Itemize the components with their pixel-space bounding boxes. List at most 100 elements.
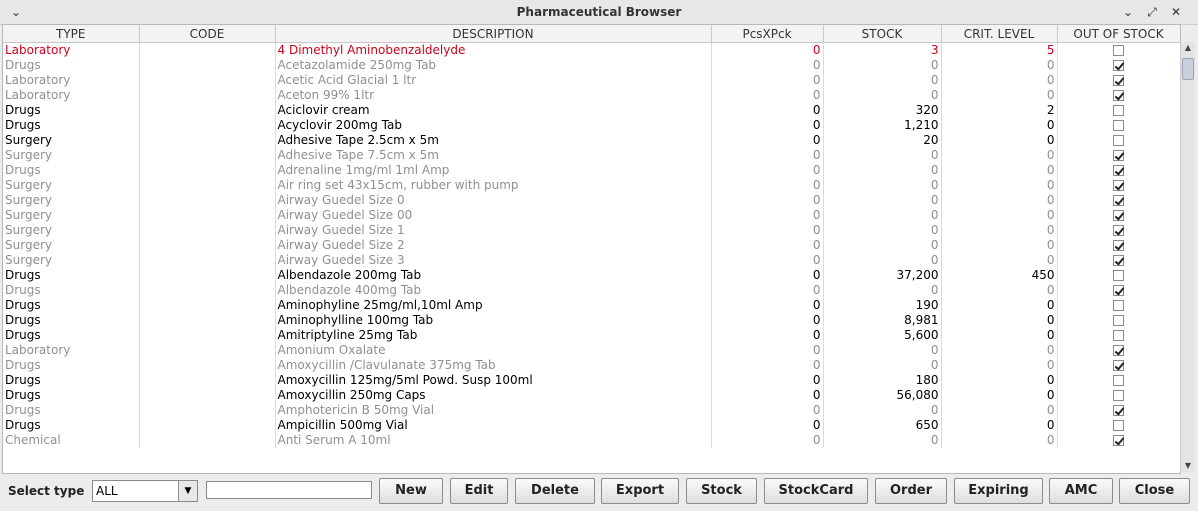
close-icon[interactable]: ✕	[1166, 2, 1186, 22]
out-of-stock-checkbox[interactable]	[1113, 60, 1124, 71]
table-row[interactable]: Laboratory 4 Dimethyl Aminobenzaldelyde 0 3…	[3, 42, 1180, 58]
table-row[interactable]: Drugs Ampicillin 500mg Vial 0 650 0	[3, 418, 1180, 433]
column-header-crit-level[interactable]: CRIT. LEVEL	[941, 25, 1058, 43]
table-row[interactable]: Drugs Aminophylline 100mg Tab 0 8,981 0	[3, 313, 1180, 328]
table-row[interactable]: Surgery Adhesive Tape 7.5cm x 5m 0 0 0	[3, 148, 1180, 163]
out-of-stock-checkbox[interactable]	[1113, 195, 1124, 206]
table-row[interactable]: Drugs Amoxycillin /Clavulanate 375mg Tab 0…	[3, 358, 1180, 373]
maximize-icon[interactable]: ⤢	[1142, 2, 1162, 22]
out-of-stock-checkbox[interactable]	[1113, 330, 1124, 341]
column-header-out-of-stock[interactable]: OUT OF STOCK	[1057, 25, 1180, 43]
cell-description: Anti Serum A 10ml	[275, 433, 712, 448]
stock-button[interactable]: Stock	[686, 478, 757, 504]
export-button[interactable]: Export	[601, 478, 679, 504]
cell-type: Surgery	[3, 238, 140, 253]
column-header-description[interactable]: DESCRIPTION	[275, 25, 712, 43]
cell-code	[139, 253, 276, 268]
stockcard-button[interactable]: StockCard	[764, 478, 868, 504]
out-of-stock-checkbox[interactable]	[1113, 405, 1124, 416]
out-of-stock-checkbox[interactable]	[1113, 90, 1124, 101]
scrollbar-thumb[interactable]	[1182, 58, 1194, 80]
out-of-stock-checkbox[interactable]	[1113, 225, 1124, 236]
table-row[interactable]: Drugs Aminophyline 25mg/ml,10ml Amp 0 190 0	[3, 298, 1180, 313]
table-row[interactable]: Drugs Amoxycillin 125mg/5ml Powd. Susp 10…	[3, 373, 1180, 388]
out-of-stock-checkbox[interactable]	[1113, 105, 1124, 116]
table-row[interactable]: Chemical Anti Serum A 10ml 0 0 0	[3, 433, 1180, 448]
out-of-stock-checkbox[interactable]	[1113, 285, 1124, 296]
out-of-stock-checkbox[interactable]	[1113, 390, 1124, 401]
out-of-stock-checkbox[interactable]	[1113, 315, 1124, 326]
edit-button[interactable]: Edit	[450, 478, 508, 504]
out-of-stock-checkbox[interactable]	[1113, 150, 1124, 161]
table-row[interactable]: Surgery Airway Guedel Size 0000	[3, 193, 1180, 208]
table-row[interactable]: Surgery Airway Guedel Size 3000	[3, 253, 1180, 268]
column-header-type[interactable]: TYPE	[3, 25, 140, 43]
cell-stock: 320	[823, 103, 942, 118]
new-button[interactable]: New	[379, 478, 443, 504]
cell-code	[139, 103, 276, 118]
out-of-stock-checkbox[interactable]	[1113, 270, 1124, 281]
out-of-stock-checkbox[interactable]	[1113, 420, 1124, 431]
table-row[interactable]: Laboratory Acetic Acid Glacial 1 ltr 0 0 0	[3, 73, 1180, 88]
cell-type: Surgery	[3, 193, 140, 208]
out-of-stock-checkbox[interactable]	[1113, 75, 1124, 86]
table-row[interactable]: Laboratory Aceton 99% 1ltr 0 0 0	[3, 88, 1180, 103]
cell-description: Adhesive Tape 7.5cm x 5m	[275, 148, 712, 163]
column-header-stock[interactable]: STOCK	[823, 25, 942, 43]
scroll-down-icon[interactable]: ▼	[1181, 460, 1195, 472]
out-of-stock-checkbox[interactable]	[1113, 360, 1124, 371]
out-of-stock-checkbox[interactable]	[1113, 240, 1124, 251]
out-of-stock-checkbox[interactable]	[1113, 375, 1124, 386]
order-button[interactable]: Order	[875, 478, 947, 504]
table-row[interactable]: Drugs Acetazolamide 250mg Tab 0 0 0	[3, 58, 1180, 73]
table-row[interactable]: Drugs Acyclovir 200mg Tab 0 1,210 0	[3, 118, 1180, 133]
table-row[interactable]: Drugs Albendazole 400mg Tab 0 0 0	[3, 283, 1180, 298]
table-row[interactable]: Drugs Amphotericin B 50mg Vial 0 0 0	[3, 403, 1180, 418]
search-input[interactable]	[206, 481, 372, 499]
table-row[interactable]: Surgery Adhesive Tape 2.5cm x 5m 0 20 0	[3, 133, 1180, 148]
table-row[interactable]: Drugs Amitriptyline 25mg Tab 0 5,600 0	[3, 328, 1180, 343]
out-of-stock-checkbox[interactable]	[1113, 165, 1124, 176]
cell-type: Surgery	[3, 223, 140, 238]
column-header-pcsxpck[interactable]: PcsXPck	[711, 25, 824, 43]
select-type-dropdown[interactable]: ALL ▼	[92, 480, 198, 502]
chevron-down-icon[interactable]: ▼	[178, 481, 197, 501]
out-of-stock-checkbox[interactable]	[1113, 45, 1124, 56]
table-row[interactable]: Surgery Air ring set 43x15cm, rubber with…	[3, 178, 1180, 193]
cell-crit-level: 0	[941, 193, 1058, 208]
delete-button[interactable]: Delete	[515, 478, 595, 504]
vertical-scrollbar[interactable]: ▲ ▼	[1180, 42, 1195, 472]
table-row[interactable]: Drugs Aciclovir cream 0 320 2	[3, 103, 1180, 118]
out-of-stock-checkbox[interactable]	[1113, 345, 1124, 356]
column-header-code[interactable]: CODE	[139, 25, 276, 43]
cell-description: Airway Guedel Size 2	[275, 238, 712, 253]
amc-button[interactable]: AMC	[1049, 478, 1113, 504]
close-button[interactable]: Close	[1119, 478, 1190, 504]
cell-pcsxpck: 0	[711, 103, 824, 118]
cell-crit-level: 0	[941, 418, 1058, 433]
table-row[interactable]: Drugs Adrenaline 1mg/ml 1ml Amp 0 0 0	[3, 163, 1180, 178]
table-row[interactable]: Drugs Amoxycillin 250mg Caps 0 56,080 0	[3, 388, 1180, 403]
cell-pcsxpck: 0	[711, 148, 824, 163]
out-of-stock-checkbox[interactable]	[1113, 435, 1124, 446]
out-of-stock-checkbox[interactable]	[1113, 210, 1124, 221]
table-row[interactable]: Laboratory Amonium Oxalate 0 0 0	[3, 343, 1180, 358]
cell-crit-level: 450	[941, 268, 1058, 283]
out-of-stock-checkbox[interactable]	[1113, 300, 1124, 311]
minimize-icon[interactable]: ⌄	[1118, 2, 1138, 22]
expiring-button[interactable]: Expiring	[954, 478, 1043, 504]
table-row[interactable]: Drugs Albendazole 200mg Tab 0 37,200 450	[3, 268, 1180, 283]
table-row[interactable]: Surgery Airway Guedel Size 2000	[3, 238, 1180, 253]
out-of-stock-checkbox[interactable]	[1113, 180, 1124, 191]
cell-pcsxpck: 0	[711, 73, 824, 88]
out-of-stock-checkbox[interactable]	[1113, 120, 1124, 131]
cell-out-of-stock	[1057, 328, 1180, 343]
out-of-stock-checkbox[interactable]	[1113, 135, 1124, 146]
cell-pcsxpck: 0	[711, 88, 824, 103]
cell-code	[139, 298, 276, 313]
scroll-up-icon[interactable]: ▲	[1181, 42, 1195, 54]
out-of-stock-checkbox[interactable]	[1113, 255, 1124, 266]
cell-code	[139, 433, 276, 448]
table-row[interactable]: Surgery Airway Guedel Size 1000	[3, 223, 1180, 238]
table-row[interactable]: Surgery Airway Guedel Size 00 0 0 0	[3, 208, 1180, 223]
